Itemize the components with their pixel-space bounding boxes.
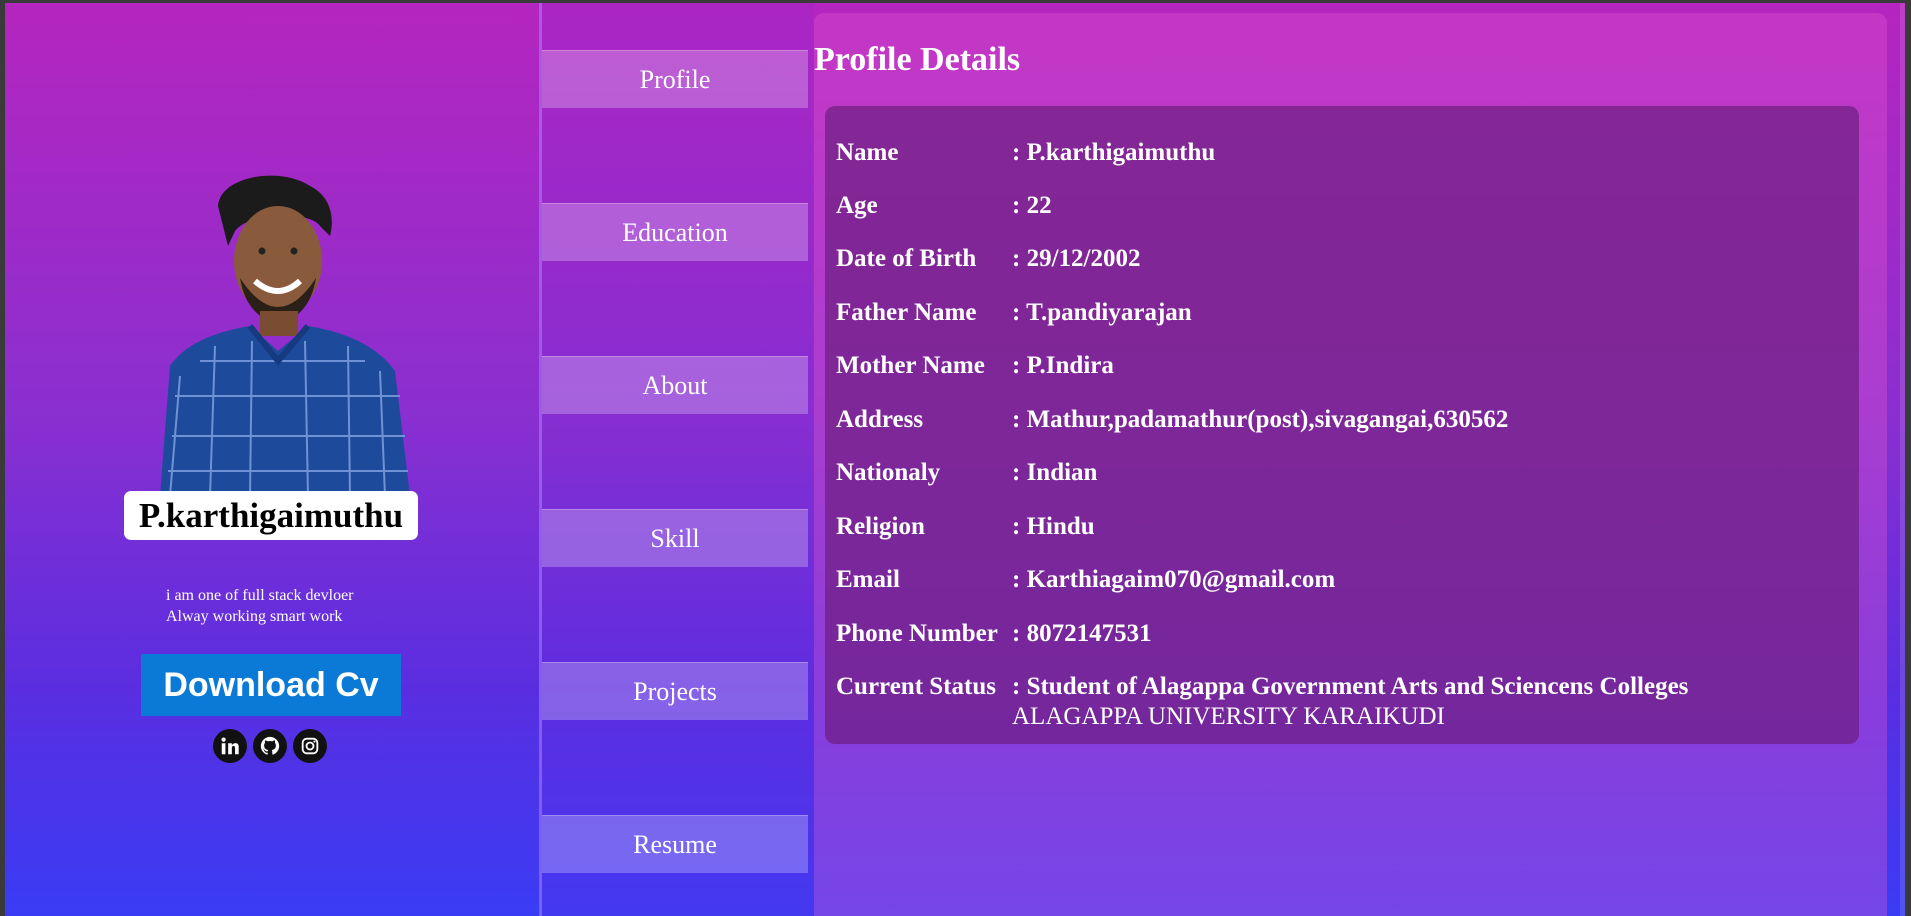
detail-value: : 29/12/2002 [1012, 245, 1141, 272]
detail-value: : P.Indira [1012, 352, 1114, 379]
avatar [140, 166, 430, 496]
detail-label: Address [836, 406, 924, 433]
detail-label: Email [836, 566, 900, 593]
page-title: Profile Details [814, 41, 1021, 78]
detail-value: : Mathur,padamathur(post),sivagangai,630… [1012, 406, 1509, 433]
detail-value: : 22 [1012, 192, 1052, 219]
detail-value-continued: ALAGAPPA UNIVERSITY KARAIKUDI [1012, 703, 1445, 730]
nav-item-profile[interactable]: Profile [542, 50, 808, 108]
detail-value: : Student of Alagappa Government Arts an… [1012, 673, 1689, 700]
detail-label: Mother Name [836, 352, 985, 379]
bio-line: i am one of full stack devloer [166, 587, 354, 604]
detail-value: : Hindu [1012, 513, 1095, 540]
profile-photo [160, 175, 410, 496]
download-cv-button[interactable]: Download Cv [141, 654, 401, 716]
detail-value: : Karthiagaim070@gmail.com [1012, 566, 1336, 593]
detail-label: Age [836, 192, 878, 219]
nav-item-resume[interactable]: Resume [542, 815, 808, 873]
detail-value: : 8072147531 [1012, 620, 1152, 647]
nav-item-about[interactable]: About [542, 356, 808, 414]
profile-details-panel: Profile Details Name : P.karthigaimuthu … [814, 13, 1887, 916]
detail-value: : T.pandiyarajan [1012, 299, 1192, 326]
detail-value: : Indian [1012, 459, 1098, 486]
nav-item-projects[interactable]: Projects [542, 662, 808, 720]
detail-value: : P.karthigaimuthu [1012, 139, 1216, 166]
profile-name: P.karthigaimuthu [124, 491, 418, 540]
detail-label: Religion [836, 513, 925, 540]
profile-sidebar: P.karthigaimuthu i am one of full stack … [5, 3, 539, 916]
page: P.karthigaimuthu i am one of full stack … [5, 3, 1905, 916]
detail-label: Date of Birth [836, 245, 977, 272]
social-links [213, 729, 327, 765]
detail-label: Nationaly [836, 459, 941, 486]
linkedin-icon[interactable] [213, 729, 247, 763]
detail-label: Name [836, 139, 899, 166]
scrollbar[interactable] [1900, 3, 1905, 916]
detail-label: Phone Number [836, 620, 998, 647]
nav-item-skill[interactable]: Skill [542, 509, 808, 567]
bio-line: Alway working smart work [166, 608, 343, 625]
github-icon[interactable] [253, 729, 287, 763]
detail-label: Current Status [836, 673, 996, 700]
details-card: Name : P.karthigaimuthu Age : 22 Date of… [825, 106, 1859, 744]
instagram-icon[interactable] [293, 729, 327, 763]
detail-label: Father Name [836, 299, 977, 326]
nav-menu: Profile Education About Skill Projects R… [542, 3, 813, 916]
nav-item-education[interactable]: Education [542, 203, 808, 261]
profile-bio: i am one of full stack devloer Alway wor… [166, 585, 466, 627]
